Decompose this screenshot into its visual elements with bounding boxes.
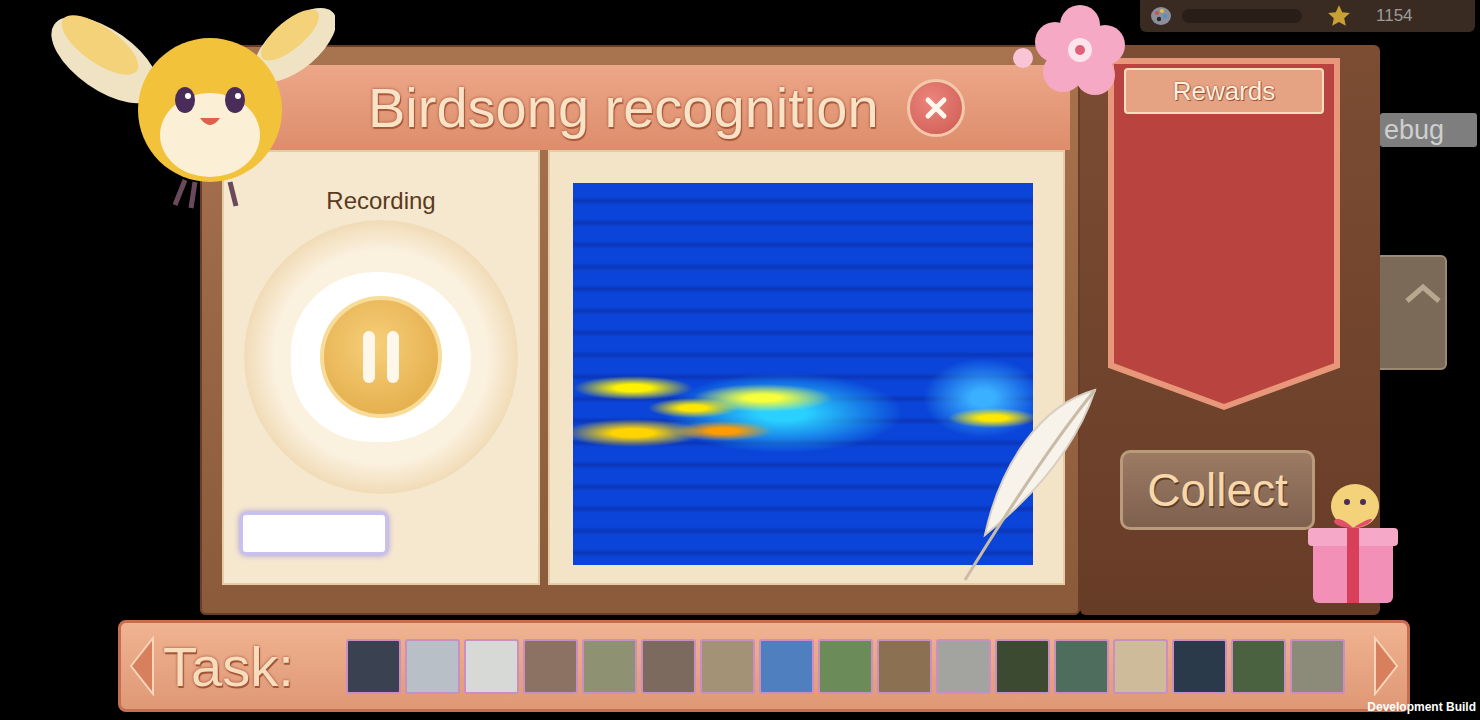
bird-thumbnail[interactable]: [405, 639, 460, 694]
bird-thumbnail[interactable]: [346, 639, 401, 694]
collect-button[interactable]: Collect: [1120, 450, 1315, 530]
game-screen: 1154 ebug Birdsong recognition Recording Rew…: [0, 0, 1480, 720]
dialog-title: Birdsong recognition: [368, 75, 879, 140]
task-bar: Task:: [118, 620, 1410, 712]
scroll-right-button[interactable]: [1371, 634, 1401, 698]
bird-thumbnail[interactable]: [1231, 639, 1286, 694]
bird-list: [346, 639, 1345, 694]
bird-thumbnail[interactable]: [818, 639, 873, 694]
gift-icon: [1303, 478, 1403, 608]
spectrogram-page: [548, 150, 1065, 585]
bird-thumbnail[interactable]: [1054, 639, 1109, 694]
arrow-right-icon: [1373, 636, 1399, 696]
bird-thumbnail[interactable]: [464, 639, 519, 694]
result-field[interactable]: [240, 512, 388, 555]
build-label: Development Build: [1367, 700, 1476, 714]
rewards-title: Rewards: [1124, 68, 1324, 114]
pause-button[interactable]: [320, 296, 442, 418]
birdsong-dialog: Birdsong recognition Recording: [200, 45, 1080, 615]
bird-thumbnail[interactable]: [1290, 639, 1345, 694]
bird-thumbnail[interactable]: [877, 639, 932, 694]
bird-thumbnail[interactable]: [700, 639, 755, 694]
title-banner: Birdsong recognition: [205, 65, 1070, 150]
palette-icon: [1150, 5, 1172, 27]
record-ring: [244, 220, 518, 494]
bird-thumbnail[interactable]: [995, 639, 1050, 694]
score-text: 1154: [1376, 6, 1413, 26]
owl-mascot-icon: [45, 0, 335, 220]
close-icon: [923, 95, 949, 121]
bird-thumbnail[interactable]: [1172, 639, 1227, 694]
close-button[interactable]: [907, 79, 965, 137]
recorder-page: Recording: [222, 150, 540, 585]
bird-thumbnail[interactable]: [523, 639, 578, 694]
scroll-left-button[interactable]: [127, 634, 157, 698]
rewards-list: [1114, 64, 1334, 404]
rewards-banner: Rewards: [1108, 58, 1340, 410]
bird-thumbnail[interactable]: [759, 639, 814, 694]
chevron-up-icon: [1403, 281, 1443, 305]
star-icon: [1326, 3, 1352, 29]
book-pages: Recording: [222, 150, 1065, 585]
cherry-blossom-icon: [1005, 0, 1145, 100]
arrow-left-icon: [129, 636, 155, 696]
recording-label: Recording: [326, 186, 435, 216]
resource-bar: 1154: [1140, 0, 1475, 32]
scroll-up-button[interactable]: [1375, 255, 1447, 370]
record-glow: [291, 272, 471, 442]
task-label: Task:: [163, 634, 294, 699]
feather-icon: [960, 385, 1100, 585]
bird-thumbnail[interactable]: [582, 639, 637, 694]
bird-thumbnail[interactable]: [641, 639, 696, 694]
bird-thumbnail[interactable]: [936, 639, 991, 694]
spectrogram-image: [573, 183, 1033, 565]
progress-track: [1182, 9, 1302, 23]
bird-thumbnail[interactable]: [1113, 639, 1168, 694]
pause-icon: [353, 325, 409, 389]
debug-button[interactable]: ebug: [1380, 113, 1477, 147]
